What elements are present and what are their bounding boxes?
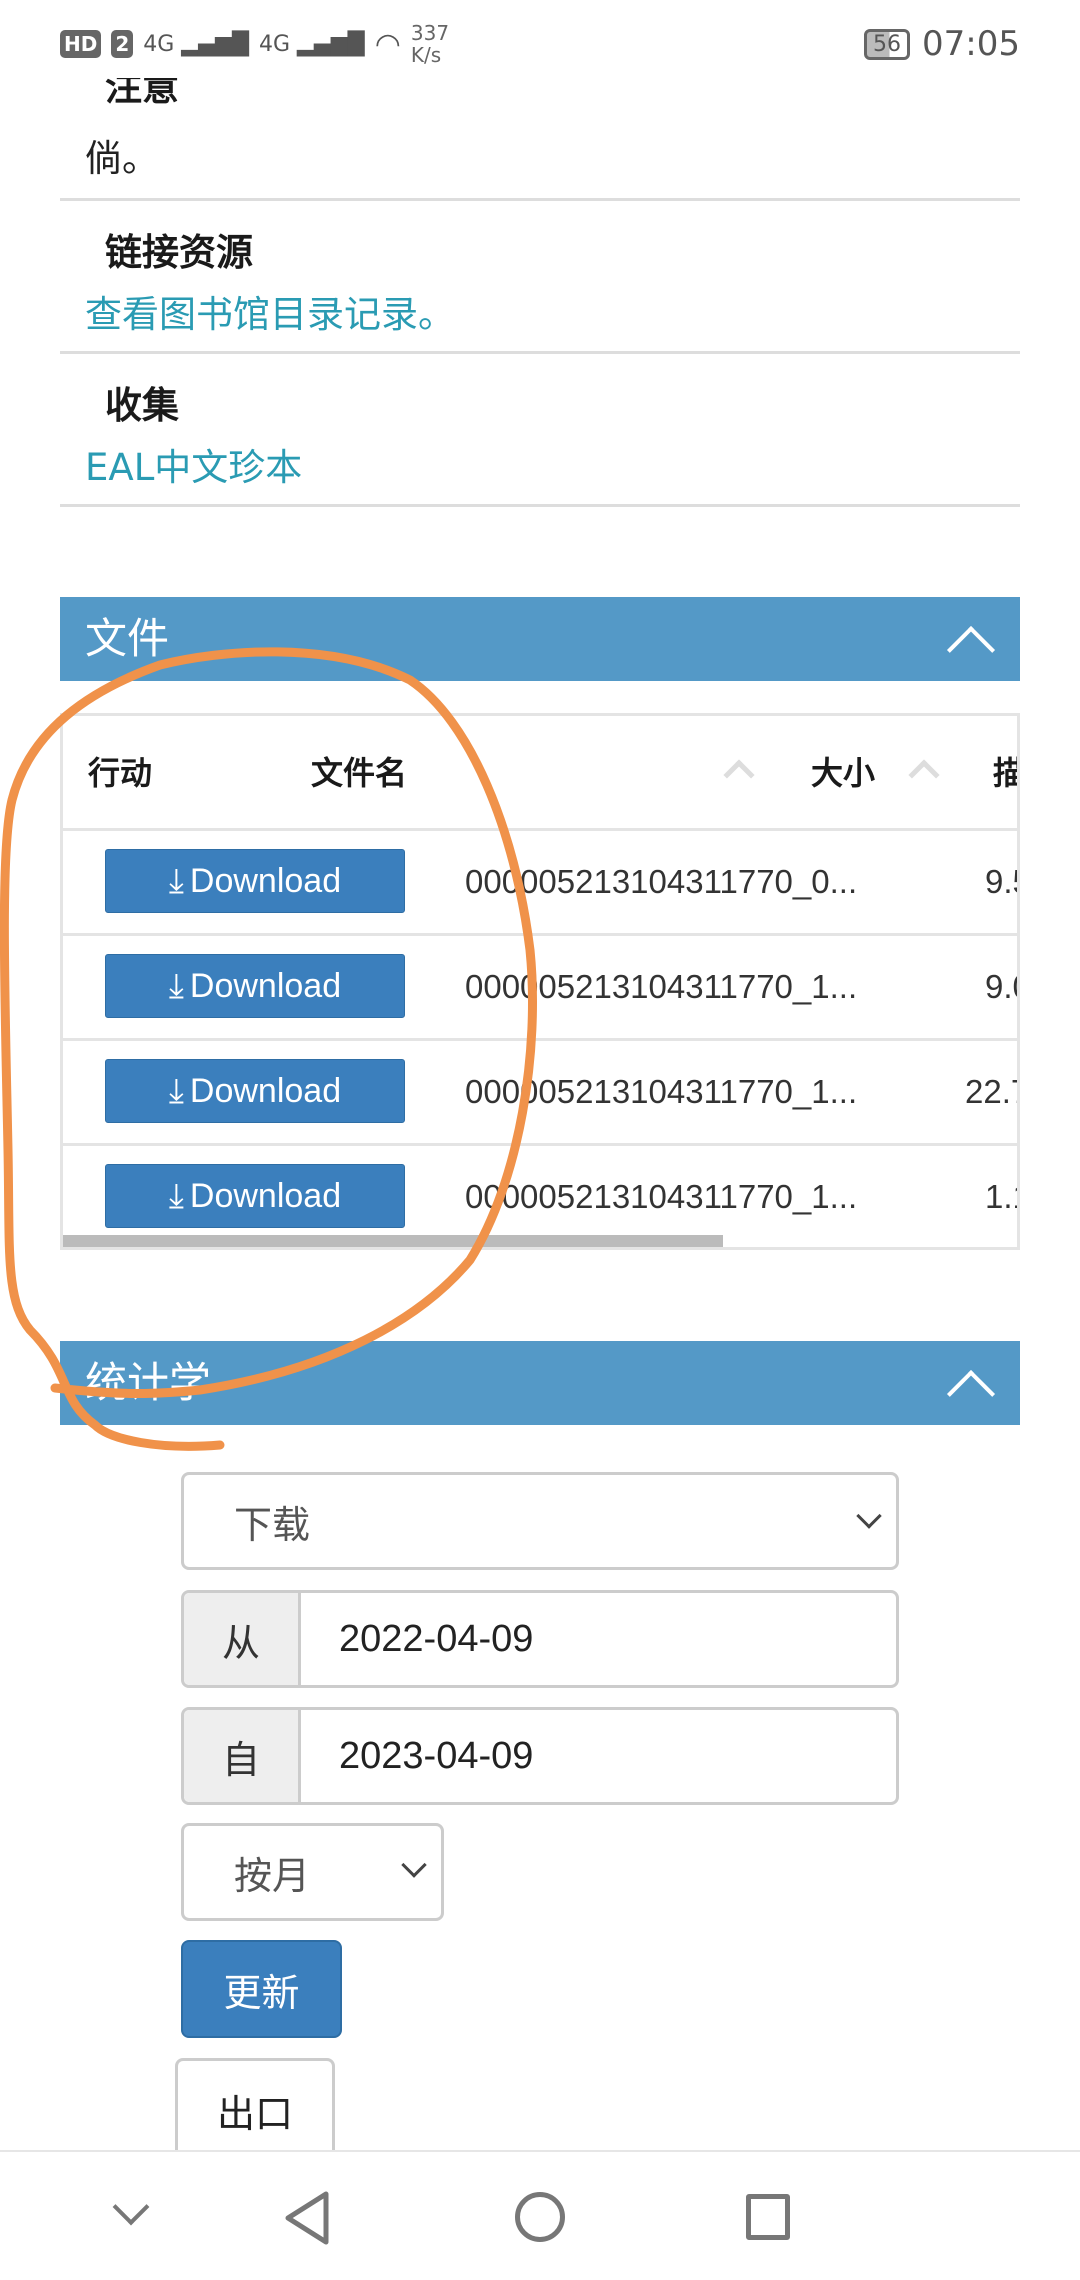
- hide-nav-icon[interactable]: [112, 2188, 150, 2226]
- recents-icon[interactable]: [746, 2194, 790, 2240]
- annotation-stroke: [0, 647, 537, 1451]
- back-icon[interactable]: [282, 2190, 332, 2246]
- system-nav-bar: [0, 2150, 1080, 2280]
- home-icon[interactable]: [515, 2192, 565, 2242]
- annotation-circle: [0, 647, 537, 1451]
